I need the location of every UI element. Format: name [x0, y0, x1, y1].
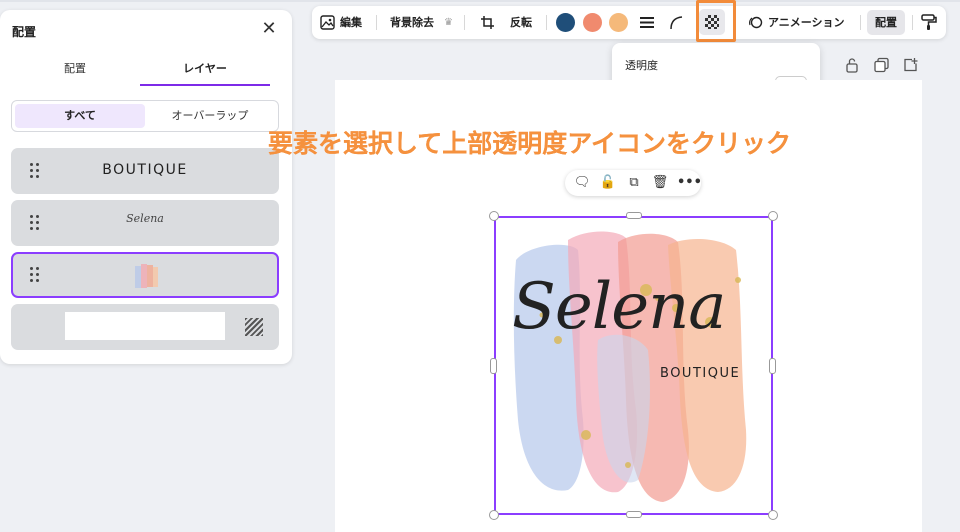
- divider: [464, 15, 465, 30]
- paint-format-icon[interactable]: [921, 14, 937, 31]
- trash-icon[interactable]: 🗑: [651, 174, 669, 192]
- divider: [860, 15, 861, 30]
- resize-handle-bl[interactable]: [489, 510, 499, 520]
- watercolor-thumbnail: [135, 264, 158, 288]
- selection-frame: [494, 216, 773, 515]
- animation-icon: [748, 16, 763, 29]
- layer-label: BOUTIQUE: [102, 162, 188, 178]
- comment-add-icon[interactable]: 🗨: [573, 174, 591, 192]
- filter-overlap-button[interactable]: オーバーラップ: [145, 104, 275, 128]
- resize-handle-top[interactable]: [626, 212, 642, 219]
- editor-toolbar: 編集 背景除去 ♛ 反転 アニメーション 配置: [312, 6, 946, 39]
- edit-button[interactable]: 編集: [340, 6, 362, 39]
- panel-title: 配置: [12, 25, 37, 39]
- tab-layers[interactable]: レイヤー: [140, 54, 270, 86]
- layer-label: Selena: [126, 212, 164, 225]
- transparency-label: 透明度: [625, 59, 658, 72]
- layer-filter: すべて オーバーラップ: [11, 100, 279, 132]
- divider: [376, 15, 377, 30]
- element-context-toolbar: 🗨 🔓 ⧉ 🗑 •••: [565, 170, 702, 196]
- resize-handle-right[interactable]: [769, 358, 776, 374]
- drag-handle-icon[interactable]: [29, 266, 41, 284]
- tab-arrange[interactable]: 配置: [10, 54, 140, 86]
- top-border: [0, 0, 960, 2]
- instruction-text: 要素を選択して上部透明度アイコンをクリック: [268, 129, 792, 158]
- animation-button[interactable]: アニメーション: [768, 6, 845, 39]
- duplicate-icon[interactable]: ⧉: [625, 174, 643, 192]
- resize-handle-bottom[interactable]: [626, 511, 642, 518]
- lock-icon[interactable]: 🔓: [599, 174, 617, 192]
- resize-handle-tr[interactable]: [768, 211, 778, 221]
- color-swatch-1[interactable]: [556, 13, 575, 32]
- crop-icon[interactable]: [480, 15, 495, 30]
- divider: [912, 15, 913, 30]
- add-page-icon[interactable]: [903, 56, 918, 74]
- arrange-button[interactable]: 配置: [867, 10, 905, 35]
- border-style-icon[interactable]: [640, 16, 654, 29]
- shape-thumbnail: [65, 312, 225, 340]
- lock-icon[interactable]: [845, 56, 859, 74]
- corner-rounding-icon[interactable]: [669, 15, 684, 30]
- arrange-panel: 配置 ✕ 配置 レイヤー すべて オーバーラップ BOUTIQUE Selena: [0, 10, 292, 364]
- crown-icon: ♛: [444, 17, 453, 28]
- color-swatch-3[interactable]: [609, 13, 628, 32]
- layer-item-text[interactable]: BOUTIQUE: [11, 148, 279, 194]
- bg-remove-button[interactable]: 背景除去: [390, 6, 434, 39]
- resize-handle-tl[interactable]: [489, 211, 499, 221]
- layer-item-script[interactable]: Selena: [11, 200, 279, 246]
- panel-tabs: 配置 レイヤー: [10, 54, 280, 86]
- highlight-frame: [696, 0, 736, 42]
- resize-handle-left[interactable]: [490, 358, 497, 374]
- flip-button[interactable]: 反転: [510, 6, 532, 39]
- image-edit-icon: [320, 15, 335, 30]
- duplicate-page-icon[interactable]: [874, 56, 889, 74]
- layer-item-image-selected[interactable]: [11, 252, 279, 298]
- resize-handle-br[interactable]: [768, 510, 778, 520]
- filter-all-button[interactable]: すべて: [15, 104, 145, 128]
- divider: [546, 15, 547, 30]
- more-options-icon[interactable]: •••: [677, 174, 702, 192]
- layer-item-shape[interactable]: [11, 304, 279, 350]
- instruction-caption: 要素を選択して上部透明度アイコンをクリック: [268, 124, 791, 160]
- close-icon[interactable]: ✕: [260, 20, 278, 38]
- transparent-bg-icon: [245, 318, 263, 336]
- color-swatch-2[interactable]: [583, 13, 602, 32]
